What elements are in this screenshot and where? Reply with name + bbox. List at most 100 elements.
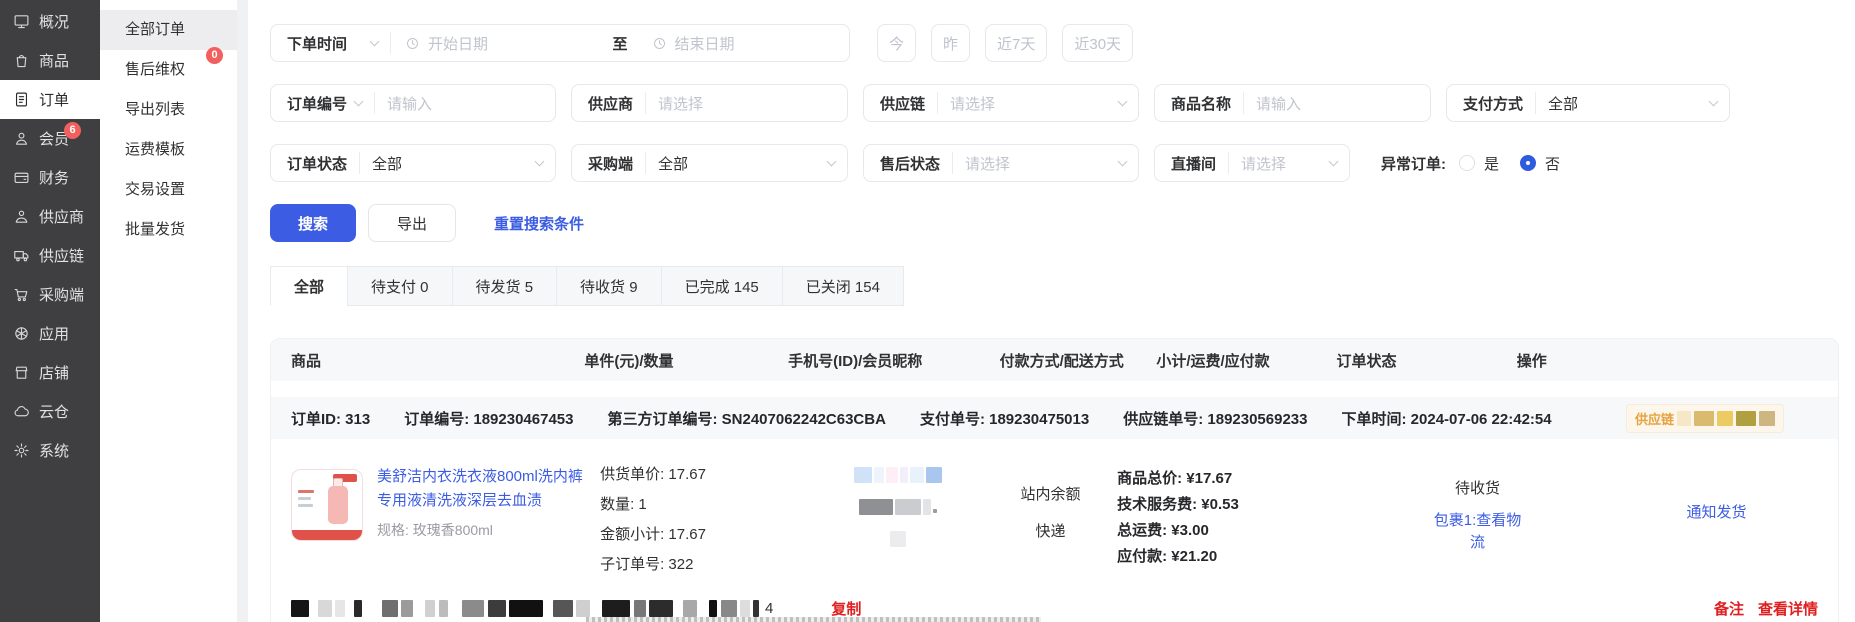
supply-chain-select[interactable]: 请选择 (938, 85, 1138, 121)
sidebar-item-label: 供应链 (39, 245, 84, 266)
tab-pending-payment[interactable]: 待支付 0 (347, 266, 453, 306)
remark-link[interactable]: 备注 (1714, 598, 1744, 619)
tab-pending-receipt[interactable]: 待收货 9 (556, 266, 662, 306)
redacted-member-id (854, 467, 942, 483)
order-status-select[interactable]: 全部 (360, 145, 555, 181)
date-field-label: 下单时间 (287, 33, 347, 54)
supply-unit-price: 供货单价: 17.67 (600, 463, 812, 484)
amount-subtotal: 金额小计: 17.67 (600, 523, 812, 544)
total-freight: 总运费: ¥3.00 (1117, 519, 1360, 540)
product-image[interactable] (291, 469, 363, 541)
abnormal-yes-label[interactable]: 是 (1484, 153, 1499, 174)
tab-completed[interactable]: 已完成 145 (661, 266, 783, 306)
end-date-placeholder: 结束日期 (675, 33, 735, 54)
live-room-select[interactable]: 请选择 (1229, 145, 1349, 181)
column-header-product: 商品 (271, 350, 584, 371)
tech-service-fee: 技术服务费: ¥0.53 (1117, 493, 1360, 514)
submenu-item-batch-shipping[interactable]: 批量发货 (100, 210, 237, 250)
sidebar-item-finance[interactable]: 财务 (0, 158, 100, 197)
order-address-row: 4 复制 备注 查看详情 (271, 594, 1838, 622)
redacted-member-extra (890, 531, 906, 547)
sidebar-item-purchasing[interactable]: 采购端 (0, 275, 100, 314)
sidebar-item-apps[interactable]: 应用 (0, 314, 100, 353)
select-placeholder: 请选择 (965, 153, 1010, 174)
abnormal-no-label[interactable]: 否 (1545, 153, 1560, 174)
sidebar-item-supply-chain[interactable]: 供应链 (0, 236, 100, 275)
chevron-down-icon (1329, 157, 1339, 167)
chevron-down-icon (827, 157, 837, 167)
end-date-input[interactable]: 结束日期 (638, 33, 849, 54)
sidebar-item-orders[interactable]: 订单 (0, 80, 100, 119)
select-placeholder: 请选择 (1241, 153, 1286, 174)
order-number-input[interactable]: 请输入 (375, 85, 555, 121)
sidebar-item-system[interactable]: 系统 (0, 431, 100, 470)
order-status-tabs: 全部 待支付 0 待发货 5 待收货 9 已完成 145 已关闭 154 (270, 266, 1839, 306)
tab-all[interactable]: 全部 (270, 266, 348, 306)
filter-label: 采购端 (588, 153, 633, 174)
member-count-badge: 6 (64, 122, 81, 139)
select-value: 全部 (372, 153, 402, 174)
search-button[interactable]: 搜索 (270, 204, 356, 242)
column-header-payment: 付款方式/配送方式 (1000, 350, 1157, 371)
sidebar-item-label: 采购端 (39, 284, 84, 305)
column-header-ops: 操作 (1517, 350, 1838, 371)
sidebar-item-products[interactable]: 商品 (0, 41, 100, 80)
clock-icon (405, 36, 420, 51)
supplier-select[interactable]: 请选择 (646, 85, 847, 121)
filter-after-sales-status: 售后状态 请选择 (863, 144, 1139, 182)
product-title-link[interactable]: 美舒洁内衣洗衣液800ml洗内裤专用液清洗液深层去血渍 (377, 465, 597, 513)
after-sales-status-select[interactable]: 请选择 (953, 145, 1138, 181)
submenu-item-after-sales[interactable]: 售后维权 0 (100, 50, 237, 90)
sidebar-item-shop[interactable]: 店铺 (0, 353, 100, 392)
export-button[interactable]: 导出 (368, 204, 456, 242)
notify-shipment-link[interactable]: 通知发货 (1687, 504, 1747, 521)
filter-label: 供应商 (588, 93, 633, 114)
quick-range-yesterday-button[interactable]: 昨 (931, 24, 970, 62)
member-icon (13, 130, 30, 147)
date-field-dropdown[interactable]: 下单时间 (271, 25, 390, 61)
sidebar-item-label: 商品 (39, 50, 69, 71)
start-date-placeholder: 开始日期 (428, 33, 488, 54)
third-party-order-number: 第三方订单编号: SN2407062242C63CBA (607, 408, 885, 429)
submenu-item-trade-settings[interactable]: 交易设置 (100, 170, 237, 210)
redacted-member-nickname (859, 499, 937, 515)
redacted-block (1694, 411, 1714, 426)
filter-row-3: 订单状态 全部 采购端 全部 售后状态 请选择 (270, 144, 1839, 182)
submenu-item-label: 交易设置 (125, 181, 185, 198)
submenu-item-label: 批量发货 (125, 221, 185, 238)
abnormal-no-radio[interactable] (1520, 155, 1536, 171)
submenu-item-freight-template[interactable]: 运费模板 (100, 130, 237, 170)
product-name-input[interactable]: 请输入 (1244, 85, 1430, 121)
view-details-link[interactable]: 查看详情 (1758, 598, 1818, 619)
column-header-subtotal: 小计/运费/应付款 (1156, 350, 1336, 371)
reset-filters-link[interactable]: 重置搜索条件 (494, 213, 584, 234)
quick-range-today-button[interactable]: 今 (877, 24, 916, 62)
sidebar-item-cloud-warehouse[interactable]: 云仓 (0, 392, 100, 431)
redacted-block (1759, 411, 1775, 426)
order-number-field-dropdown[interactable]: 订单编号 (271, 85, 374, 121)
quick-range-7days-button[interactable]: 近7天 (985, 24, 1047, 62)
package-logistics-link[interactable]: 包裹1:查看物流 (1430, 510, 1526, 554)
quick-range-30days-button[interactable]: 近30天 (1062, 24, 1133, 62)
tab-closed[interactable]: 已关闭 154 (782, 266, 904, 306)
submenu-item-label: 全部订单 (125, 21, 185, 38)
sidebar-item-suppliers[interactable]: 供应商 (0, 197, 100, 236)
start-date-input[interactable]: 开始日期 (391, 33, 602, 54)
sidebar-item-overview[interactable]: 概况 (0, 2, 100, 41)
sidebar-item-members[interactable]: 会员 6 (0, 119, 100, 158)
purchasing-side-select[interactable]: 全部 (646, 145, 847, 181)
supply-chain-tag: 供应链 (1626, 404, 1784, 433)
filter-label: 供应链 (880, 93, 925, 114)
select-value: 全部 (1548, 93, 1578, 114)
filter-live-room: 直播间 请选择 (1154, 144, 1350, 182)
select-placeholder: 请选择 (658, 93, 703, 114)
wallet-icon (13, 169, 30, 186)
submenu-item-export-list[interactable]: 导出列表 (100, 90, 237, 130)
submenu-item-all-orders[interactable]: 全部订单 (100, 10, 237, 50)
tab-pending-shipment[interactable]: 待发货 5 (452, 266, 558, 306)
clock-icon (652, 36, 667, 51)
payment-method-select[interactable]: 全部 (1536, 85, 1729, 121)
product-cell: 美舒洁内衣洗衣液800ml洗内裤专用液清洗液深层去血渍 规格: 玫瑰香800ml (271, 455, 600, 574)
sidebar-item-label: 概况 (39, 11, 69, 32)
abnormal-yes-radio[interactable] (1459, 155, 1475, 171)
